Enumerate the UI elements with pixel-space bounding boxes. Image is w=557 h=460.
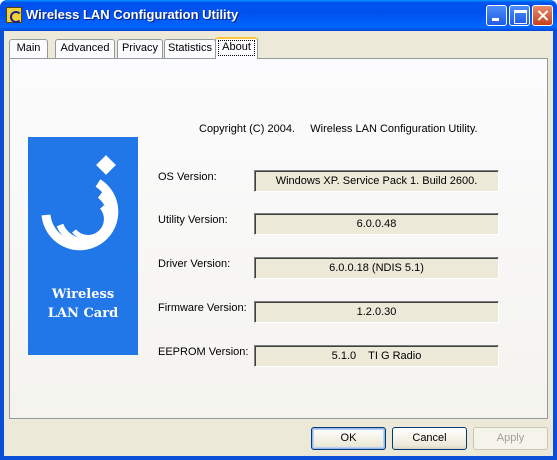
logo-text-line2: LAN Card	[47, 306, 119, 321]
tab-advanced[interactable]: Advanced	[55, 39, 115, 58]
app-window: Wireless LAN Configuration Utility Main …	[0, 0, 557, 460]
ok-button[interactable]: OK	[311, 427, 386, 450]
utility-version-label: Utility Version:	[158, 214, 228, 226]
cancel-button[interactable]: Cancel	[392, 427, 467, 450]
os-version-label: OS Version:	[158, 171, 217, 183]
tab-privacy[interactable]: Privacy	[117, 39, 163, 58]
firmware-version-value: 1.2.0.30	[254, 301, 499, 323]
logo-text-line1: Wireless	[51, 287, 115, 302]
tab-main[interactable]: Main	[9, 39, 48, 58]
minimize-button[interactable]	[486, 5, 507, 26]
signal-rings-icon	[41, 155, 119, 251]
tab-about[interactable]: About	[215, 37, 258, 59]
window-title: Wireless LAN Configuration Utility	[26, 7, 239, 22]
eeprom-version-label: EEPROM Version:	[158, 346, 249, 358]
eeprom-version-value: 5.1.0 TI G Radio	[254, 345, 499, 367]
os-version-value: Windows XP. Service Pack 1. Build 2600.	[254, 170, 499, 192]
title-bar[interactable]: Wireless LAN Configuration Utility	[0, 0, 557, 31]
utility-version-value: 6.0.0.48	[254, 213, 499, 235]
copyright-text: Copyright (C) 2004. Wireless LAN Configu…	[199, 123, 478, 135]
maximize-button[interactable]	[509, 5, 530, 26]
firmware-version-label: Firmware Version:	[158, 302, 247, 314]
driver-version-value: 6.0.0.18 (NDIS 5.1)	[254, 257, 499, 279]
app-icon	[6, 7, 22, 23]
about-panel: Wireless LAN Card Copyright (C) 2004. Wi…	[9, 58, 548, 419]
wireless-lan-card-logo: Wireless LAN Card	[28, 137, 138, 355]
tab-statistics[interactable]: Statistics	[164, 39, 216, 58]
dialog-body: Main Advanced Privacy Statistics About W…	[4, 31, 553, 456]
driver-version-label: Driver Version:	[158, 258, 231, 270]
close-button[interactable]	[532, 5, 553, 26]
apply-button[interactable]: Apply	[473, 427, 548, 450]
